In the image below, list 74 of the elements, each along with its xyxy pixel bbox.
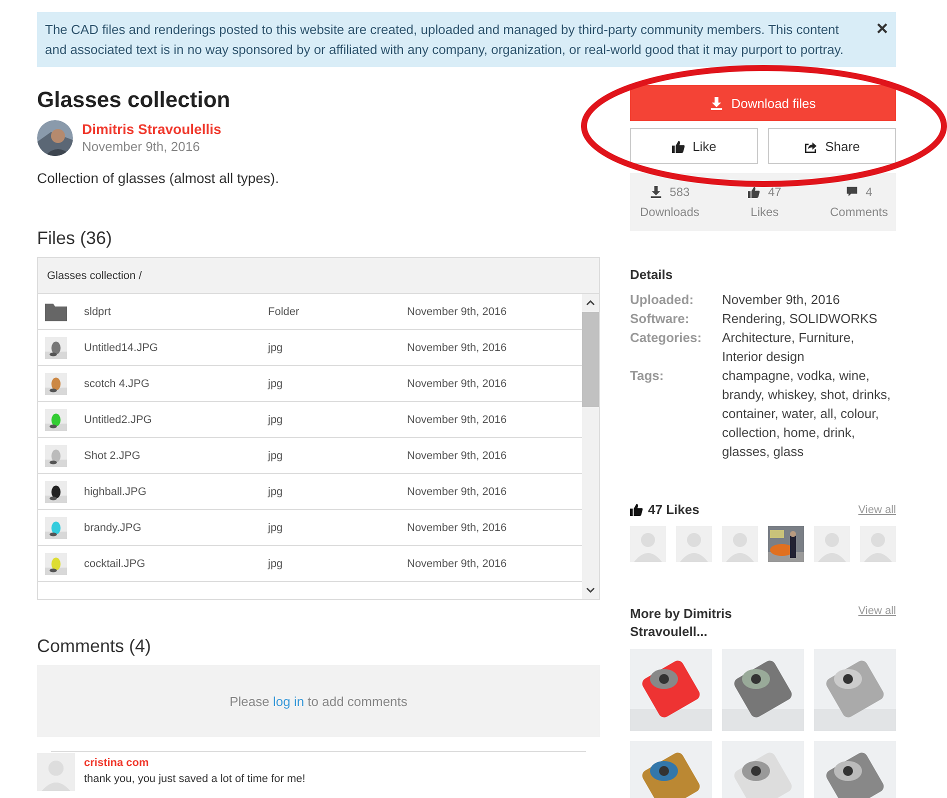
share-icon [804,140,818,152]
file-type: jpg [268,414,284,426]
scroll-down-icon[interactable] [586,587,595,593]
file-type: jpg [268,558,284,570]
detail-label: Uploaded: [630,291,695,309]
more-by-heading: More by Dimitris Stravoulell... [630,605,733,641]
file-type: jpg [268,486,284,498]
detail-label: Tags: [630,367,665,385]
file-date: November 9th, 2016 [407,414,508,426]
stat-count: 583 [670,185,690,199]
file-row[interactable]: cocktail.JPG jpg November 9th, 2016 [38,546,582,582]
scroll-up-icon[interactable] [586,300,595,306]
detail-value: champagne, vodka, wine, brandy, whiskey, shot, drinks, container, water, all, colour, collection, home, drink, glasses, glass [722,367,892,461]
stat-label: Likes [750,205,779,219]
comment-text: thank you, you just saved a lot of time for me! [84,772,306,787]
file-type: jpg [268,378,284,390]
download-icon [710,96,724,110]
detail-value: November 9th, 2016 [722,291,841,309]
breadcrumb-path[interactable]: Glasses collection / [47,270,142,282]
thumbs-up-icon [630,503,643,516]
file-date: November 9th, 2016 [407,306,508,318]
file-name: Untitled14.JPG [84,342,159,354]
file-date: November 9th, 2016 [407,378,508,390]
speech-bubble-icon [846,186,858,198]
disclaimer-text: The CAD files and renderings posted to this website are created, uploaded and managed by third-party community members. This content and associated text is in no way sponsored by or affiliated with any company, organization, or real-world good that it may purport to portray. [45,21,844,59]
comments-heading: Comments (4) [37,636,152,657]
model-description: Collection of glasses (almost all types). [37,170,280,186]
file-date: November 9th, 2016 [407,450,508,462]
stat-label: Comments [830,205,888,219]
detail-value: Rendering, SOLIDWORKS [722,310,878,328]
file-type: jpg [268,342,284,354]
stat-count: 47 [768,185,782,199]
file-type: Folder [268,306,300,318]
file-name: brandy.JPG [84,522,142,534]
file-date: November 9th, 2016 [407,558,508,570]
file-row[interactable]: brandy.JPG jpg November 9th, 2016 [38,510,582,546]
file-row[interactable]: Untitled14.JPG jpg November 9th, 2016 [38,330,582,366]
detail-label: Categories: [630,329,703,347]
file-name: sldprt [84,306,112,318]
download-icon [650,186,662,198]
comment-author[interactable]: cristina com [84,755,306,771]
file-name: Untitled2.JPG [84,414,153,426]
file-name: cocktail.JPG [84,558,146,570]
file-row[interactable]: Untitled2.JPG jpg November 9th, 2016 [38,402,582,438]
thumbs-up-icon [748,186,760,198]
file-name: scotch 4.JPG [84,378,150,390]
thumbs-up-icon [672,140,685,152]
model-title: Glasses collection [37,86,232,114]
file-name: Shot 2.JPG [84,450,142,462]
file-type: jpg [268,450,284,462]
files-heading: Files (36) [37,228,114,249]
file-name: highball.JPG [84,486,148,498]
file-row[interactable]: highball.JPG jpg November 9th, 2016 [38,474,582,510]
login-prompt: Please log in to add comments [230,694,408,708]
like-button[interactable]: Like [630,128,758,164]
file-date: November 9th, 2016 [407,486,508,498]
file-type: jpg [268,522,284,534]
likes-heading: 47 Likes [648,502,700,517]
author-avatar[interactable] [37,120,73,156]
download-button[interactable]: Download files [630,85,896,121]
file-row[interactable]: scotch 4.JPG jpg November 9th, 2016 [38,366,582,402]
stat-count: 4 [866,185,872,199]
upload-date: November 9th, 2016 [82,138,201,156]
file-date: November 9th, 2016 [407,342,508,354]
share-button[interactable]: Share [768,128,896,164]
file-date: November 9th, 2016 [407,522,508,534]
close-button[interactable]: × [876,20,888,38]
detail-label: Software: [630,310,690,328]
author-link[interactable]: Dimitris Stravoulellis [82,120,222,138]
details-heading: Details [630,267,674,282]
file-row[interactable]: sldprt Folder November 9th, 2016 [38,294,582,330]
stat-label: Downloads [640,205,700,219]
scrollbar[interactable] [582,294,599,599]
file-row[interactable]: Shot 2.JPG jpg November 9th, 2016 [38,438,582,474]
